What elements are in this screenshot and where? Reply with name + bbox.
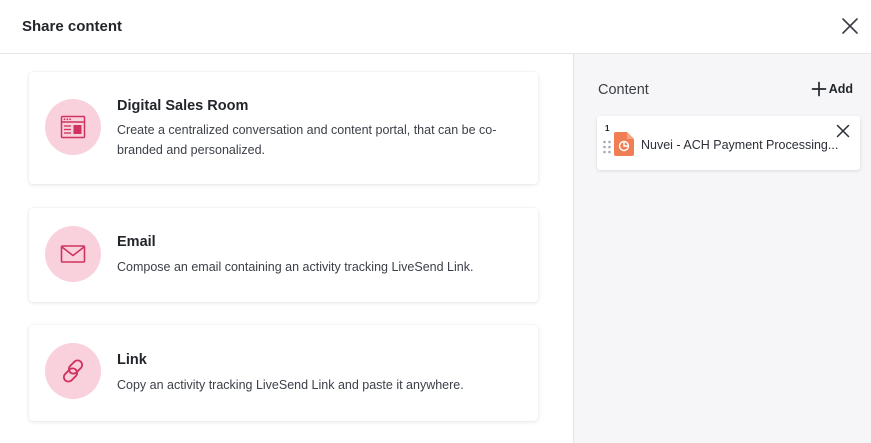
close-button[interactable] <box>839 15 861 37</box>
option-title: Email <box>117 234 156 250</box>
option-icon-circle <box>45 226 101 282</box>
option-description: Create a centralized conversation and co… <box>117 123 497 157</box>
content-label: Content <box>598 82 649 98</box>
content-item[interactable]: 1 Nuvei - ACH Payment Processing... <box>597 116 860 170</box>
remove-item-button[interactable] <box>836 124 850 138</box>
close-icon <box>836 124 850 138</box>
share-options-panel: Digital Sales Room Create a centralized … <box>0 54 573 443</box>
dialog-header: Share content <box>0 0 871 54</box>
option-icon-circle <box>45 99 101 155</box>
file-icon-wrap <box>614 132 634 161</box>
add-label: Add <box>828 82 853 96</box>
content-panel: Content Add 1 Nuvei - ACH Payment Proces… <box>573 54 871 443</box>
drag-handle-icon <box>603 140 611 154</box>
option-link[interactable]: Link Copy an activity tracking LiveSend … <box>29 325 538 421</box>
option-title: Digital Sales Room <box>117 98 249 114</box>
close-icon <box>842 18 858 34</box>
option-description: Copy an activity tracking LiveSend Link … <box>117 378 464 392</box>
drag-handle[interactable] <box>602 140 612 159</box>
envelope-icon <box>60 245 86 263</box>
chain-link-icon <box>62 359 84 383</box>
item-index: 1 <box>605 124 610 133</box>
option-title: Link <box>117 352 147 368</box>
option-digital-sales-room[interactable]: Digital Sales Room Create a centralized … <box>29 72 538 184</box>
plus-icon <box>811 81 827 97</box>
item-name: Nuvei - ACH Payment Processing... <box>641 138 839 152</box>
browser-window-icon <box>60 115 86 139</box>
option-email[interactable]: Email Compose an email containing an act… <box>29 208 538 302</box>
dialog-title: Share content <box>22 18 123 35</box>
option-icon-circle <box>45 343 101 399</box>
add-content-button[interactable]: Add <box>811 81 853 97</box>
option-description: Compose an email containing an activity … <box>117 260 474 274</box>
presentation-file-icon <box>614 132 634 156</box>
